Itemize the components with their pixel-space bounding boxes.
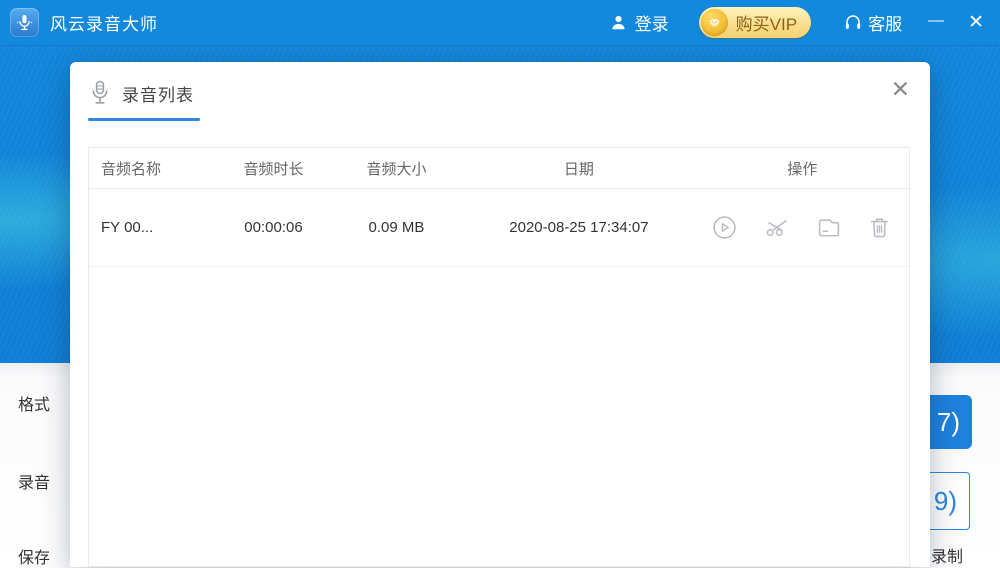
- modal-header: 录音列表: [88, 80, 194, 106]
- cut-icon: [766, 219, 787, 237]
- row-audio-size: 0.09 MB: [368, 219, 425, 236]
- microphone-icon: [92, 80, 108, 104]
- play-button[interactable]: [712, 215, 738, 241]
- diamond-icon: [708, 18, 720, 29]
- headset-icon: [845, 14, 861, 29]
- row-audio-name: FY 00...: [101, 219, 154, 236]
- modal-title: 录音列表: [122, 85, 194, 105]
- modal-close-button[interactable]: ✕: [891, 78, 910, 101]
- row-actions: [696, 215, 909, 241]
- delete-button[interactable]: [867, 215, 893, 241]
- header-date: 日期: [563, 160, 594, 178]
- delete-icon: [871, 218, 889, 238]
- app-logo: [10, 8, 39, 37]
- save-label: 保存: [18, 550, 51, 567]
- vip-badge: [700, 9, 728, 36]
- app-title: 风云录音大师: [50, 15, 158, 34]
- header-audio-name: 音频名称: [101, 160, 162, 178]
- row-audio-duration: 00:00:06: [244, 219, 303, 236]
- window-close-button[interactable]: ✕: [968, 13, 984, 32]
- user-icon: [612, 15, 625, 30]
- format-label: 格式: [18, 397, 51, 414]
- record-text: 录制: [931, 549, 964, 566]
- customer-service-label: 客服: [868, 15, 903, 34]
- recordings-table: 音频名称 音频时长 音频大小 日期 操作 FY 00... 00:00:06 0…: [88, 147, 910, 567]
- play-icon: [713, 216, 736, 239]
- window-minimize-button[interactable]: —: [928, 12, 944, 29]
- recording-label: 录音: [18, 475, 51, 492]
- cut-button[interactable]: [763, 215, 789, 241]
- customer-service-button[interactable]: 客服: [843, 10, 902, 35]
- buy-vip-button[interactable]: 购买VIP: [698, 7, 812, 38]
- microphone-icon: [16, 14, 33, 31]
- titlebar-actions: 登录 购买VIP 客服 — ✕: [609, 7, 1000, 38]
- login-label: 登录: [634, 15, 669, 34]
- recording-list-modal: 录音列表 ✕ 音频名称 音频时长 音频大小 日期 操作 FY 00... 00:…: [70, 62, 930, 567]
- header-audio-duration: 音频时长: [243, 160, 304, 178]
- table-row: FY 00... 00:00:06 0.09 MB 2020-08-25 17:…: [89, 189, 909, 267]
- buy-vip-label: 购买VIP: [735, 15, 798, 34]
- header-audio-size: 音频大小: [366, 160, 427, 178]
- login-button[interactable]: 登录: [609, 10, 669, 35]
- open-folder-button[interactable]: [815, 215, 841, 241]
- table-header-row: 音频名称 音频时长 音频大小 日期 操作: [89, 148, 909, 189]
- folder-icon: [818, 219, 839, 237]
- titlebar: 风云录音大师 登录 购买VIP 客服 — ✕: [0, 0, 1000, 45]
- header-operations: 操作: [787, 160, 818, 178]
- row-date: 2020-08-25 17:34:07: [509, 219, 649, 236]
- modal-title-underline: [88, 118, 200, 121]
